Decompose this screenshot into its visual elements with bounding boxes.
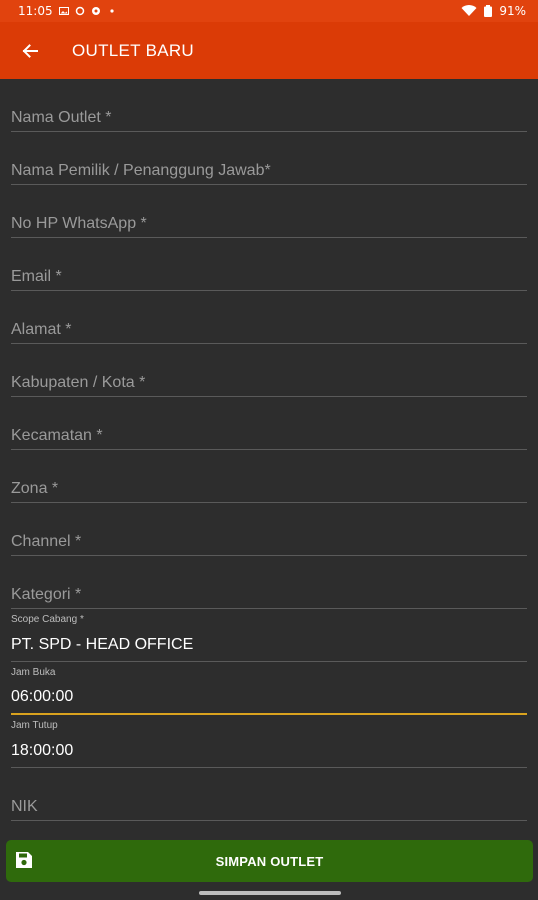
no-hp-whatsapp-field[interactable]: No HP WhatsApp * — [11, 185, 527, 238]
circle-notification-icon — [75, 6, 84, 16]
outlet-form: Nama Outlet * Nama Pemilik / Penanggung … — [11, 79, 527, 821]
status-bar: 11:05 91% — [0, 0, 538, 22]
simpan-outlet-label: SIMPAN OUTLET — [215, 853, 324, 869]
kategori-field[interactable]: Kategori * — [11, 556, 527, 609]
nama-pemilik-field[interactable]: Nama Pemilik / Penanggung Jawab* — [11, 132, 527, 185]
kecamatan-placeholder: Kecamatan * — [11, 427, 103, 444]
wifi-icon — [461, 5, 477, 17]
jam-buka-value: 06:00:00 — [11, 688, 74, 705]
alamat-field[interactable]: Alamat * — [11, 291, 527, 344]
status-right: 91% — [461, 4, 526, 18]
jam-tutup-field[interactable]: Jam Tutup 18:00:00 — [11, 715, 527, 768]
status-left: 11:05 — [18, 4, 117, 18]
jam-tutup-label: Jam Tutup — [11, 720, 58, 731]
email-placeholder: Email * — [11, 268, 62, 285]
gesture-nav-handle[interactable] — [199, 891, 341, 895]
kabupaten-kota-placeholder: Kabupaten / Kota * — [11, 374, 146, 391]
jam-buka-field[interactable]: Jam Buka 06:00:00 — [11, 662, 527, 715]
kabupaten-kota-field[interactable]: Kabupaten / Kota * — [11, 344, 527, 397]
zona-placeholder: Zona * — [11, 480, 59, 497]
jam-tutup-value: 18:00:00 — [11, 742, 74, 759]
email-field[interactable]: Email * — [11, 238, 527, 291]
status-time: 11:05 — [18, 4, 53, 18]
save-icon — [16, 852, 32, 868]
kecamatan-field[interactable]: Kecamatan * — [11, 397, 527, 450]
no-hp-whatsapp-placeholder: No HP WhatsApp * — [11, 215, 147, 232]
jam-buka-label: Jam Buka — [11, 667, 56, 678]
page-title: OUTLET BARU — [72, 40, 195, 60]
nama-pemilik-placeholder: Nama Pemilik / Penanggung Jawab* — [11, 162, 271, 179]
arrow-left-icon — [22, 43, 38, 58]
nik-placeholder: NIK — [11, 798, 38, 815]
scope-cabang-field[interactable]: Scope Cabang * PT. SPD - HEAD OFFICE — [11, 609, 527, 662]
scope-cabang-value: PT. SPD - HEAD OFFICE — [11, 636, 194, 653]
battery-icon — [484, 5, 493, 17]
nama-outlet-field[interactable]: Nama Outlet * — [11, 79, 527, 132]
nik-field[interactable]: NIK — [11, 768, 527, 821]
alamat-placeholder: Alamat * — [11, 321, 72, 338]
dot-icon — [109, 9, 114, 13]
back-button[interactable] — [0, 22, 60, 79]
image-notification-icon — [58, 7, 69, 15]
channel-field[interactable]: Channel * — [11, 503, 527, 556]
simpan-outlet-button[interactable]: SIMPAN OUTLET — [6, 840, 533, 882]
app-bar: OUTLET BARU — [0, 22, 538, 79]
app-notification-icon — [91, 7, 100, 15]
zona-field[interactable]: Zona * — [11, 450, 527, 503]
kategori-placeholder: Kategori * — [11, 586, 82, 603]
scope-cabang-label: Scope Cabang * — [11, 614, 84, 625]
channel-placeholder: Channel * — [11, 533, 82, 550]
nama-outlet-placeholder: Nama Outlet * — [11, 109, 112, 126]
battery-percent: 91% — [499, 4, 526, 18]
